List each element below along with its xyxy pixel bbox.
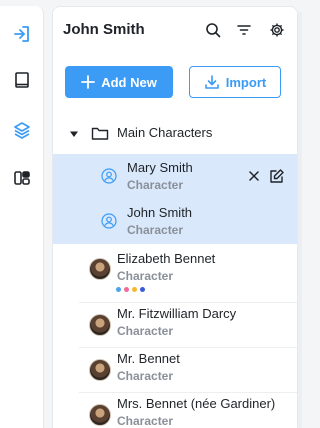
item-type: Character	[127, 223, 184, 237]
page-title: John Smith	[63, 21, 145, 38]
list-item[interactable]: Mary Smith Character	[53, 154, 297, 199]
list-item[interactable]: Mrs. Bennet (née Gardiner) Character	[53, 393, 297, 428]
item-name: John Smith	[127, 205, 193, 220]
search-button[interactable]	[203, 20, 223, 40]
plus-icon	[81, 75, 96, 89]
folder-icon	[91, 127, 109, 140]
user-icon	[101, 213, 117, 229]
list-item[interactable]: Mr. Bennet Character	[53, 348, 297, 392]
tag-dot	[132, 287, 137, 292]
list-item[interactable]: John Smith Character	[53, 199, 297, 244]
user-icon	[101, 168, 117, 184]
board-icon	[14, 171, 30, 185]
filter-icon	[237, 25, 251, 35]
board-button[interactable]	[10, 166, 34, 190]
list-item[interactable]: Elizabeth Bennet Character	[53, 245, 297, 301]
edit-icon	[270, 169, 284, 183]
character-panel: John Smith Add New Import Main Character…	[52, 6, 298, 428]
tag-dot	[116, 287, 121, 292]
item-name: Mary Smith	[127, 160, 193, 175]
book-icon	[15, 72, 29, 88]
layers-button[interactable]	[10, 118, 34, 142]
item-name: Mr. Bennet	[117, 351, 180, 366]
download-icon	[204, 75, 219, 89]
folder-label: Main Characters	[117, 125, 213, 140]
gear-icon	[270, 23, 284, 37]
rail-panel	[0, 6, 44, 428]
import-label: Import	[225, 74, 267, 90]
add-new-label: Add New	[101, 74, 157, 90]
panel-header: John Smith	[53, 7, 297, 53]
sidebar-toggle-icon	[14, 26, 29, 42]
list-item[interactable]: Mr. Fitzwilliam Darcy Character	[53, 303, 297, 347]
settings-button[interactable]	[267, 20, 287, 40]
avatar	[89, 359, 111, 381]
close-icon	[249, 171, 259, 181]
search-icon	[206, 23, 221, 38]
close-button[interactable]	[247, 169, 261, 183]
avatar	[89, 314, 111, 336]
left-rail	[0, 0, 44, 428]
item-type: Character	[117, 414, 174, 428]
item-name: Mr. Fitzwilliam Darcy	[117, 306, 237, 321]
tag-dot	[140, 287, 145, 292]
item-name: Elizabeth Bennet	[117, 251, 216, 266]
collapse-panel-button[interactable]	[10, 22, 34, 46]
import-button[interactable]: Import	[189, 66, 281, 98]
avatar	[89, 258, 111, 280]
scrollbar[interactable]	[298, 12, 302, 428]
avatar	[89, 404, 111, 426]
item-type: Character	[117, 269, 174, 283]
book-button[interactable]	[10, 68, 34, 92]
tag-dots	[116, 287, 145, 292]
edit-button[interactable]	[269, 168, 285, 184]
item-type: Character	[117, 324, 174, 338]
item-type: Character	[127, 178, 184, 192]
item-type: Character	[117, 369, 174, 383]
caret-down-icon	[70, 131, 78, 137]
item-name: Mrs. Bennet (née Gardiner)	[117, 396, 276, 411]
layers-icon	[14, 122, 30, 139]
add-new-button[interactable]: Add New	[65, 66, 173, 98]
tag-dot	[124, 287, 129, 292]
folder-main-characters[interactable]: Main Characters	[53, 119, 297, 149]
filter-button[interactable]	[234, 20, 254, 40]
